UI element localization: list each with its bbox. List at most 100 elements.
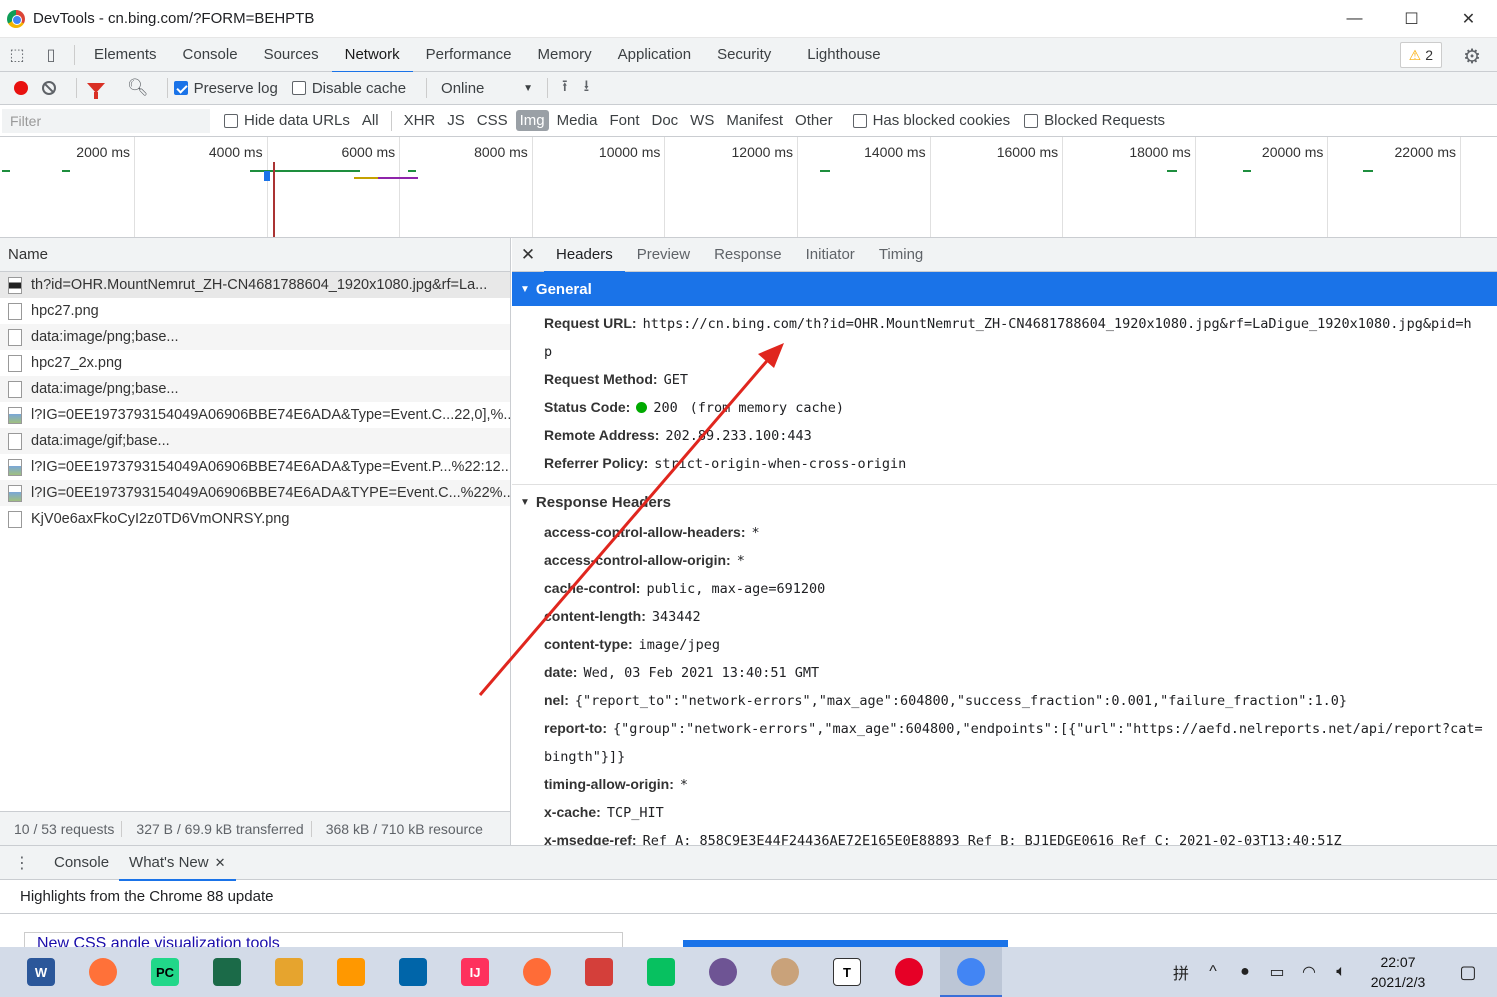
request-row[interactable]: data:image/gif;base... bbox=[0, 428, 510, 454]
close-button[interactable]: ✕ bbox=[1440, 0, 1497, 38]
detail-tab-preview[interactable]: Preview bbox=[625, 238, 702, 272]
header-value: 343442 bbox=[651, 609, 701, 625]
ime-icon[interactable]: 拼 bbox=[1165, 960, 1197, 984]
hide-data-urls-box[interactable] bbox=[224, 113, 238, 128]
tab-memory[interactable]: Memory bbox=[525, 38, 605, 72]
taskbar-sublime-button[interactable] bbox=[320, 947, 382, 997]
type-filter-manifest[interactable]: Manifest bbox=[722, 110, 787, 131]
battery-icon[interactable]: ▭ bbox=[1261, 962, 1293, 982]
timeline-request-bar bbox=[378, 177, 418, 179]
header-key: nel: bbox=[544, 692, 569, 708]
close-detail-icon[interactable]: ✕ bbox=[512, 245, 544, 265]
type-filter-font[interactable]: Font bbox=[605, 110, 643, 131]
import-har-icon[interactable]: ⭱ bbox=[562, 75, 568, 102]
taskbar-avatar-button[interactable] bbox=[754, 947, 816, 997]
tab-application[interactable]: Application bbox=[605, 38, 704, 72]
more-tools-icon[interactable]: ⋮ bbox=[0, 853, 44, 873]
taskbar-intellij-button[interactable]: IJ bbox=[444, 947, 506, 997]
tab-security[interactable]: Security bbox=[704, 38, 784, 72]
taskbar-pycharm-button[interactable]: PC bbox=[134, 947, 196, 997]
taskbar-netease-music-button[interactable] bbox=[878, 947, 940, 997]
throttling-select[interactable]: Online ▼ bbox=[441, 80, 541, 97]
taskbar-chrome-button[interactable] bbox=[940, 947, 1002, 997]
filter-input[interactable]: Filter bbox=[2, 108, 210, 133]
taskbar-wechat-button[interactable] bbox=[630, 947, 692, 997]
has-blocked-cookies-box[interactable] bbox=[852, 113, 867, 128]
request-row[interactable]: data:image/png;base... bbox=[0, 376, 510, 402]
detail-tab-response[interactable]: Response bbox=[702, 238, 794, 272]
taskbar-vscode-button[interactable] bbox=[382, 947, 444, 997]
preserve-log-checkbox[interactable]: Preserve log bbox=[173, 80, 278, 97]
taskbar-firefox-button[interactable] bbox=[72, 947, 134, 997]
detail-tab-timing[interactable]: Timing bbox=[867, 238, 935, 272]
detail-tab-headers[interactable]: Headers bbox=[544, 238, 625, 273]
taskbar-word-button[interactable]: W bbox=[10, 947, 72, 997]
type-filter-xhr[interactable]: XHR bbox=[400, 110, 440, 131]
taskbar-vpn-button[interactable] bbox=[196, 947, 258, 997]
type-filter-img[interactable]: Img bbox=[515, 110, 549, 131]
preserve-log-box[interactable] bbox=[173, 81, 188, 95]
tab-console[interactable]: Console bbox=[170, 38, 251, 72]
type-filter-ws[interactable]: WS bbox=[686, 110, 718, 131]
type-filter-other[interactable]: Other bbox=[791, 110, 837, 131]
blocked-requests-checkbox[interactable]: Blocked Requests bbox=[1024, 112, 1165, 129]
type-filter-doc[interactable]: Doc bbox=[647, 110, 682, 131]
tab-elements[interactable]: Elements bbox=[81, 38, 170, 72]
type-filter-media[interactable]: Media bbox=[553, 110, 602, 131]
notification-icon[interactable]: ▢ bbox=[1439, 962, 1497, 983]
request-row[interactable]: l?IG=0EE1973793154049A06906BBE74E6ADA&Ty… bbox=[0, 454, 510, 480]
wifi-icon[interactable]: ◠ bbox=[1293, 962, 1325, 982]
close-tab-icon[interactable]: ✕ bbox=[215, 855, 226, 871]
request-row[interactable]: hpc27_2x.png bbox=[0, 350, 510, 376]
disable-cache-checkbox[interactable]: Disable cache bbox=[291, 80, 406, 97]
taskbar-typora-button[interactable]: T bbox=[816, 947, 878, 997]
type-filter-all[interactable]: All bbox=[358, 110, 383, 131]
clear-icon[interactable] bbox=[42, 81, 56, 95]
tab-lighthouse[interactable]: Lighthouse bbox=[794, 38, 893, 72]
chevron-up-icon[interactable]: ^ bbox=[1197, 963, 1229, 981]
network-overview-timeline[interactable]: 2000 ms 4000 ms 6000 ms 8000 ms 10000 ms 1200… bbox=[0, 137, 1497, 238]
hide-data-urls-checkbox[interactable]: Hide data URLs bbox=[224, 112, 350, 129]
export-har-icon[interactable]: ⭳ bbox=[584, 75, 590, 102]
taskbar-git-gui-button[interactable] bbox=[258, 947, 320, 997]
inspect-element-icon[interactable]: ⬚ bbox=[0, 38, 34, 71]
minimize-button[interactable]: — bbox=[1326, 0, 1383, 38]
taskbar-postman-button[interactable] bbox=[506, 947, 568, 997]
warnings-badge[interactable]: ⚠ 2 bbox=[1399, 42, 1442, 68]
tab-whats-new[interactable]: What's New ✕ bbox=[119, 846, 236, 881]
tab-label: Performance bbox=[425, 46, 512, 63]
volume-icon[interactable]: 🔈︎ bbox=[1325, 963, 1357, 981]
response-header-row: nel: {"report_to":"network-errors","max_a… bbox=[512, 687, 1497, 715]
tab-sources[interactable]: Sources bbox=[251, 38, 332, 72]
tab-performance[interactable]: Performance bbox=[413, 38, 525, 72]
git-gui-icon bbox=[275, 958, 303, 986]
filter-icon[interactable] bbox=[87, 83, 105, 99]
taskbar-github-button[interactable] bbox=[692, 947, 754, 997]
request-row[interactable]: th?id=OHR.MountNemrut_ZH-CN4681788604_19… bbox=[0, 272, 510, 298]
name-column-header[interactable]: Name bbox=[0, 238, 510, 272]
device-toolbar-icon[interactable]: ▯ bbox=[34, 38, 68, 71]
tab-console[interactable]: Console bbox=[44, 846, 119, 880]
response-headers-section-header[interactable]: ▼ Response Headers bbox=[512, 485, 1497, 519]
general-section-header[interactable]: ▼ General bbox=[512, 272, 1497, 306]
blocked-requests-box[interactable] bbox=[1024, 113, 1039, 128]
maximize-button[interactable]: ☐ bbox=[1383, 0, 1440, 38]
qq-tray-icon[interactable]: ● bbox=[1229, 963, 1261, 981]
request-row[interactable]: KjV0e6axFkoCyI2z0TD6VmONRSY.png bbox=[0, 506, 510, 532]
clock[interactable]: 22:07 2021/2/3 bbox=[1357, 952, 1439, 992]
request-row[interactable]: l?IG=0EE1973793154049A06906BBE74E6ADA&Ty… bbox=[0, 402, 510, 428]
detail-tab-initiator[interactable]: Initiator bbox=[794, 238, 867, 272]
type-filter-js[interactable]: JS bbox=[443, 110, 469, 131]
search-icon[interactable]: 🔍︎ bbox=[127, 78, 149, 98]
request-row[interactable]: data:image/png;base... bbox=[0, 324, 510, 350]
record-button[interactable] bbox=[14, 81, 28, 95]
request-row[interactable]: hpc27.png bbox=[0, 298, 510, 324]
request-row[interactable]: l?IG=0EE1973793154049A06906BBE74E6ADA&TY… bbox=[0, 480, 510, 506]
tab-network[interactable]: Network bbox=[331, 38, 413, 73]
whats-new-card[interactable]: New CSS angle visualization tools bbox=[24, 932, 623, 948]
has-blocked-cookies-checkbox[interactable]: Has blocked cookies bbox=[852, 112, 1010, 129]
taskbar-netease-button[interactable] bbox=[568, 947, 630, 997]
type-filter-css[interactable]: CSS bbox=[473, 110, 512, 131]
disable-cache-box[interactable] bbox=[291, 81, 306, 95]
gear-icon[interactable]: ⚙ bbox=[1463, 44, 1481, 69]
